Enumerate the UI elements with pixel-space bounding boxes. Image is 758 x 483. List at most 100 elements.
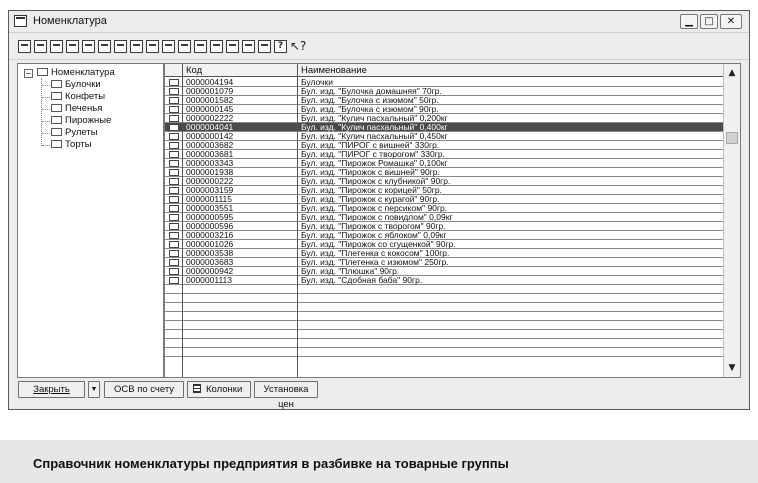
print-icon[interactable] bbox=[82, 40, 95, 53]
title-bar[interactable]: Номенклатура ▁ □ ✕ bbox=[9, 11, 749, 33]
columns-button[interactable]: Колонки bbox=[187, 381, 251, 398]
empty-row bbox=[165, 285, 724, 294]
move-icon[interactable] bbox=[114, 40, 127, 53]
folder-icon bbox=[37, 68, 48, 76]
grid-header: Код Наименование bbox=[165, 64, 724, 77]
tree-line bbox=[42, 145, 50, 146]
new-item-icon[interactable] bbox=[18, 40, 31, 53]
folder-icon bbox=[169, 160, 179, 167]
close-window-button[interactable]: ✕ bbox=[720, 14, 742, 29]
tree-line bbox=[42, 97, 50, 98]
close-button[interactable]: Закрыть bbox=[18, 381, 85, 398]
folder-icon bbox=[169, 178, 179, 185]
hierarchy-icon[interactable] bbox=[130, 40, 143, 53]
tree-line bbox=[42, 109, 50, 110]
tree-line bbox=[42, 133, 50, 134]
folder-icon bbox=[51, 104, 62, 112]
folder-icon bbox=[169, 124, 179, 131]
group-tree: − Номенклатура Булочки Конфеты Печенья Пиро… bbox=[17, 63, 164, 378]
window-title: Номенклатура bbox=[33, 15, 107, 27]
maximize-button[interactable]: □ bbox=[700, 14, 718, 29]
tree-item[interactable]: Булочки bbox=[51, 79, 101, 91]
tree-root[interactable]: Номенклатура bbox=[37, 67, 115, 79]
tree-line bbox=[42, 85, 50, 86]
folder-icon bbox=[169, 133, 179, 140]
folder-icon bbox=[169, 187, 179, 194]
column-header-code[interactable]: Код bbox=[183, 64, 202, 77]
caption-text: Справочник номенклатуры предприятия в ра… bbox=[33, 456, 509, 471]
tree-line bbox=[42, 121, 50, 122]
delete-icon[interactable] bbox=[98, 40, 111, 53]
folder-icon bbox=[169, 241, 179, 248]
empty-row bbox=[165, 348, 724, 357]
scroll-thumb[interactable] bbox=[726, 132, 738, 144]
tree-item[interactable]: Торты bbox=[51, 139, 92, 151]
empty-row bbox=[165, 303, 724, 312]
columns-icon bbox=[193, 384, 201, 393]
view-icon[interactable] bbox=[258, 40, 271, 53]
folder-icon bbox=[51, 92, 62, 100]
folder-icon bbox=[51, 80, 62, 88]
folder-icon bbox=[169, 214, 179, 221]
folder-icon bbox=[169, 151, 179, 158]
folder-icon bbox=[51, 128, 62, 136]
columns-label: Колонки bbox=[206, 384, 243, 395]
tree-item-label: Торты bbox=[65, 139, 92, 150]
cell-code: 0000001113 bbox=[186, 275, 233, 285]
empty-row bbox=[165, 330, 724, 339]
folder-icon bbox=[169, 250, 179, 257]
list-icon[interactable] bbox=[194, 40, 207, 53]
empty-row bbox=[165, 312, 724, 321]
select-icon[interactable] bbox=[178, 40, 191, 53]
vertical-scrollbar[interactable]: ▲ ▼ bbox=[723, 64, 740, 377]
folder-icon bbox=[169, 79, 179, 86]
tree-item[interactable]: Конфеты bbox=[51, 91, 105, 103]
column-header-name[interactable]: Наименование bbox=[298, 64, 367, 77]
folder-icon bbox=[169, 169, 179, 176]
scroll-up-button[interactable]: ▲ bbox=[725, 66, 739, 80]
tree-root-label: Номенклатура bbox=[51, 67, 115, 78]
tree-item[interactable]: Пирожные bbox=[51, 115, 111, 127]
folder-icon bbox=[169, 106, 179, 113]
scroll-down-button[interactable]: ▼ bbox=[725, 361, 739, 375]
column-divider bbox=[182, 64, 183, 377]
history-icon[interactable] bbox=[226, 40, 239, 53]
table-row[interactable]: 0000001113 Бул. изд. "Сдобная баба" 90гр. bbox=[165, 275, 724, 285]
folder-icon bbox=[169, 268, 179, 275]
column-divider bbox=[297, 64, 298, 377]
filter-icon[interactable] bbox=[146, 40, 159, 53]
folder-icon bbox=[51, 140, 62, 148]
figure-caption: Справочник номенклатуры предприятия в ра… bbox=[0, 440, 758, 483]
empty-row bbox=[165, 294, 724, 303]
settings-icon[interactable] bbox=[242, 40, 255, 53]
tree-item[interactable]: Печенья bbox=[51, 103, 102, 115]
nomenclature-window: Номенклатура ▁ □ ✕ ? ↖? − Номенклатура Бу… bbox=[8, 10, 750, 410]
tree-item-label: Конфеты bbox=[65, 91, 106, 102]
collapse-toggle[interactable]: − bbox=[24, 69, 33, 78]
window-icon bbox=[14, 15, 27, 27]
tree-line bbox=[41, 78, 42, 146]
empty-row bbox=[165, 339, 724, 348]
osv-by-account-button[interactable]: ОСВ по счету bbox=[104, 381, 184, 398]
folder-icon bbox=[169, 115, 179, 122]
new-folder-icon[interactable] bbox=[34, 40, 47, 53]
close-dropdown-button[interactable]: ▼ bbox=[88, 381, 100, 398]
edit-icon[interactable] bbox=[66, 40, 79, 53]
tree-item[interactable]: Рулеты bbox=[51, 127, 98, 139]
minimize-button[interactable]: ▁ bbox=[680, 14, 698, 29]
set-prices-button[interactable]: Установка цен bbox=[254, 381, 318, 410]
find-icon[interactable] bbox=[162, 40, 175, 53]
toolbar: ? ↖? bbox=[9, 34, 749, 60]
copy-icon[interactable] bbox=[50, 40, 63, 53]
tree-item-label: Булочки bbox=[65, 79, 101, 90]
help-icon[interactable]: ? bbox=[274, 40, 287, 53]
tree-item-label: Печенья bbox=[65, 103, 103, 114]
context-help-icon[interactable]: ↖? bbox=[290, 40, 306, 53]
folder-icon bbox=[169, 223, 179, 230]
tree-item-label: Рулеты bbox=[65, 127, 98, 138]
folder-icon bbox=[169, 232, 179, 239]
items-grid: Код Наименование 0000004194 Булочки 000000… bbox=[164, 63, 741, 378]
tree-icon[interactable] bbox=[210, 40, 223, 53]
empty-row bbox=[165, 321, 724, 330]
folder-icon bbox=[51, 116, 62, 124]
